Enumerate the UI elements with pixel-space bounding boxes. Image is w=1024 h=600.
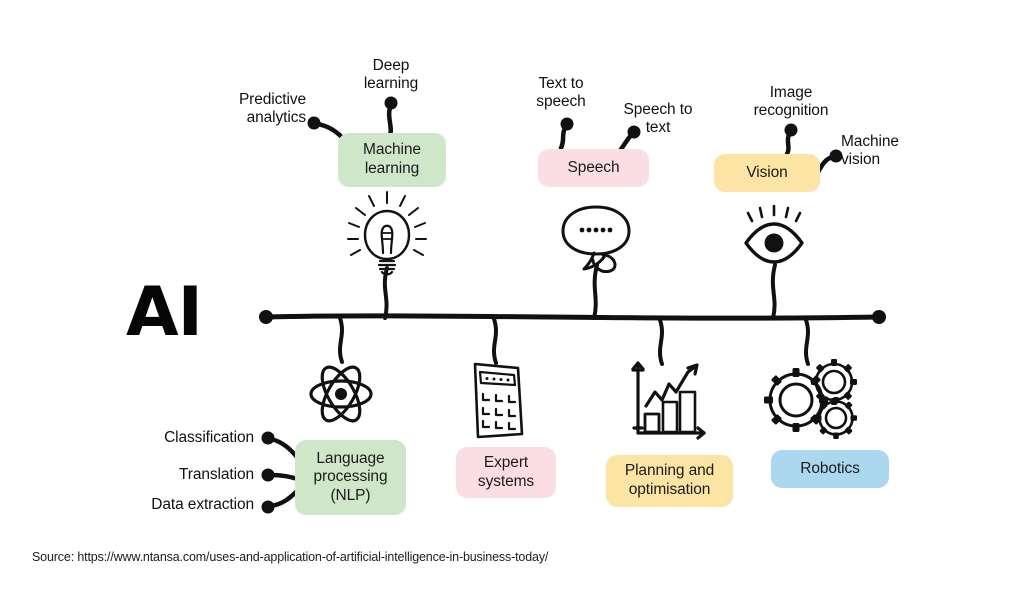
stem-robotics <box>804 318 810 366</box>
leaf-label-image-recognition: Image recognition <box>753 84 829 120</box>
bar-chart-icon <box>631 361 706 440</box>
leaf-connectors-language-processing <box>261 431 301 514</box>
connector-classification <box>268 436 300 460</box>
gears-icon <box>764 359 857 439</box>
dot-deep-learning <box>384 96 398 110</box>
diagram-canvas: AI Predictive analytics Deep learning Te… <box>0 0 1024 600</box>
pill-expert-systems[interactable]: Expert systems <box>456 447 556 498</box>
leaf-label-deep-learning: Deep learning <box>363 57 419 93</box>
stem-planning-and-optimisation <box>658 318 664 366</box>
lower-branch-stems <box>338 316 810 366</box>
atom-icon <box>309 365 373 423</box>
dot-image-recognition <box>784 123 798 137</box>
dot-text-to-speech <box>560 117 574 131</box>
pill-robotics[interactable]: Robotics <box>771 450 889 488</box>
lightbulb-icon <box>347 191 427 276</box>
spine-end-dot <box>872 310 886 324</box>
dot-predictive-analytics <box>307 116 321 130</box>
pill-language-processing[interactable]: Language processing (NLP) <box>295 440 406 515</box>
pill-speech[interactable]: Speech <box>538 149 649 187</box>
pill-vision[interactable]: Vision <box>714 154 820 192</box>
dot-data-extraction <box>261 500 275 514</box>
leaf-label-classification: Classification <box>164 429 254 446</box>
calculator-icon <box>473 362 524 439</box>
upper-branch-stems <box>382 263 777 320</box>
stem-speech <box>592 263 599 320</box>
eye-icon <box>744 204 804 264</box>
leaf-label-machine-vision: Machine vision <box>841 133 899 169</box>
leaf-label-translation: Translation <box>179 466 254 483</box>
spine-group <box>259 310 886 324</box>
leaf-label-speech-to-text: Speech to text <box>623 101 693 137</box>
stem-vision <box>770 263 777 320</box>
dot-classification <box>261 431 275 445</box>
stem-expert-systems <box>492 317 498 365</box>
connector-deep-learning <box>386 102 394 139</box>
root-label-ai: AI <box>126 273 203 352</box>
stem-language-processing <box>338 316 344 364</box>
pill-planning-and-optimisation[interactable]: Planning and optimisation <box>606 455 733 507</box>
stem-machine-learning <box>382 266 389 320</box>
leaf-label-predictive-analytics: Predictive analytics <box>238 91 306 127</box>
spine-line <box>263 313 881 321</box>
leaf-label-text-to-speech: Text to speech <box>536 75 586 111</box>
spine-start-dot <box>259 310 273 324</box>
connector-data-extraction <box>268 488 300 509</box>
leaf-label-data-extraction: Data extraction <box>151 496 254 513</box>
pill-machine-learning[interactable]: Machine learning <box>338 133 446 187</box>
connector-translation <box>268 472 301 482</box>
dot-translation <box>261 468 275 482</box>
speech-bubble-icon <box>561 205 631 274</box>
source-caption: Source: https://www.ntansa.com/uses-and-… <box>32 550 549 564</box>
